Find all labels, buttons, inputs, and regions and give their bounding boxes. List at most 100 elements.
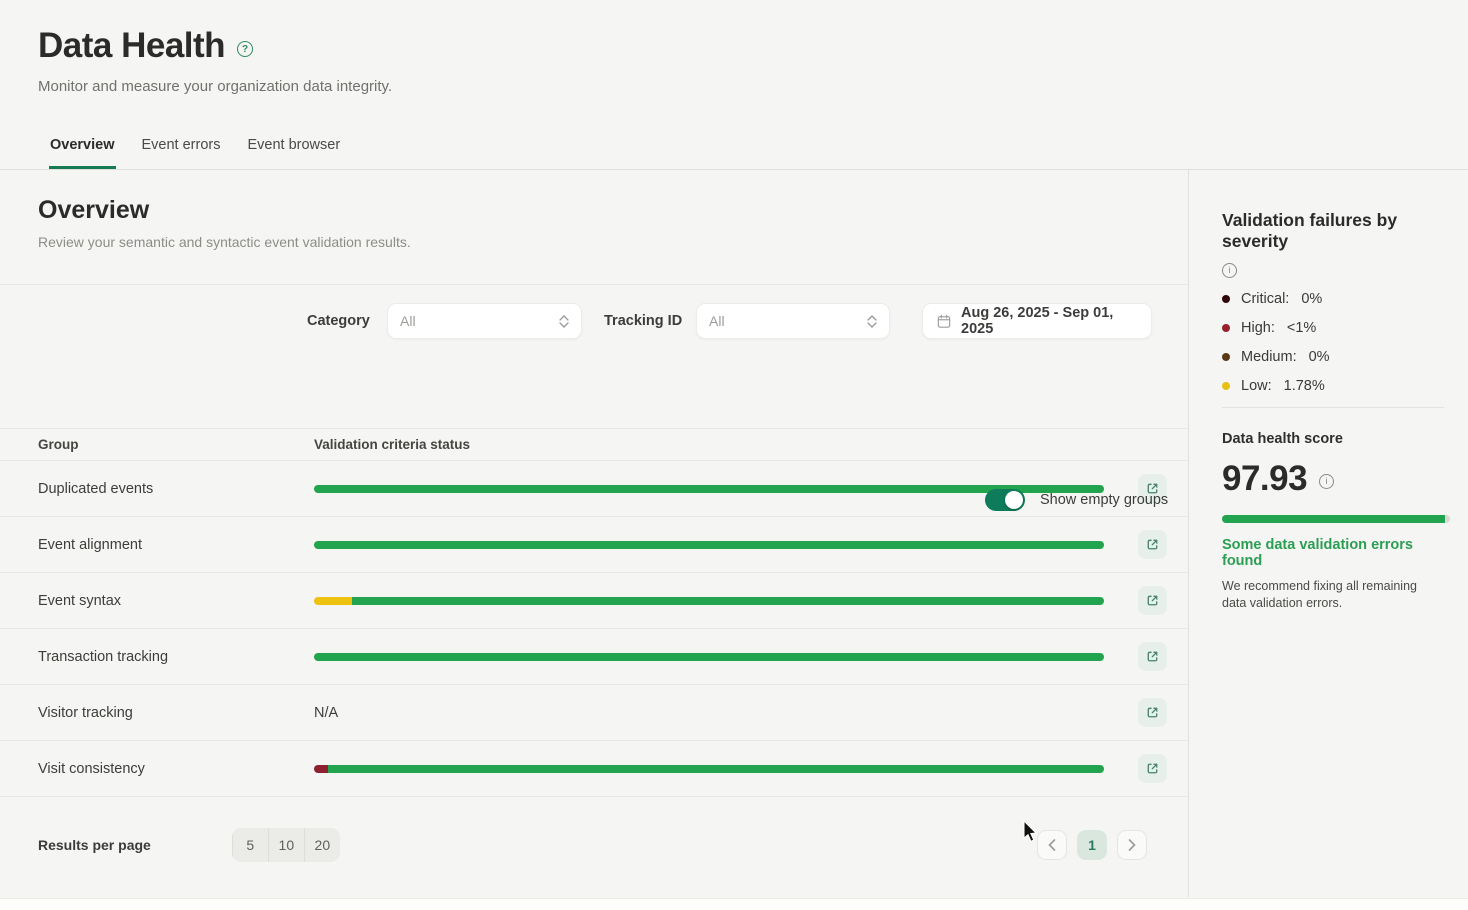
chevron-right-icon — [1128, 839, 1136, 851]
chevron-updown-icon — [867, 315, 877, 328]
score-label: Data health score — [1222, 431, 1444, 447]
show-empty-groups-toggle[interactable] — [985, 489, 1025, 511]
external-link-icon — [1145, 761, 1160, 776]
severity-value: 1.78% — [1284, 378, 1325, 394]
tab[interactable]: Overview — [49, 137, 116, 169]
severity-item: Low: 1.78% — [1222, 378, 1444, 394]
info-icon[interactable]: i — [1222, 263, 1237, 278]
group-name: Visit consistency — [0, 761, 314, 777]
toggle-knob — [1005, 491, 1023, 509]
low-severity-segment — [314, 597, 352, 605]
severity-title: Validation failures by severity — [1222, 210, 1444, 252]
bottom-strip — [0, 898, 1468, 910]
severity-dot — [1222, 353, 1230, 361]
validation-status-cell — [314, 653, 1104, 661]
tab-bar: Overview Event errors Event browser — [49, 137, 341, 169]
column-header-status: Validation criteria status — [314, 437, 1104, 452]
open-details-button[interactable] — [1138, 642, 1167, 671]
filters-section: Category All Tracking ID All Aug 26, 202… — [0, 285, 1188, 428]
validation-status-cell: N/A — [314, 705, 1104, 721]
passed-segment — [314, 653, 1104, 661]
severity-value: 0% — [1309, 349, 1330, 365]
table-footer: Results per page 5 10 20 1 — [0, 797, 1188, 893]
validation-status-bar — [314, 597, 1104, 605]
current-page-button[interactable]: 1 — [1077, 830, 1107, 860]
tab[interactable]: Event browser — [246, 137, 341, 169]
validation-status-bar — [314, 541, 1104, 549]
passed-segment — [314, 541, 1104, 549]
validation-status-cell — [314, 597, 1104, 605]
page-size-option[interactable]: 5 — [232, 828, 268, 862]
group-name: Transaction tracking — [0, 649, 314, 665]
severity-value: 0% — [1301, 291, 1322, 307]
score-bar-fill — [1222, 515, 1445, 523]
external-link-icon — [1145, 705, 1160, 720]
tab[interactable]: Event errors — [141, 137, 222, 169]
severity-item: Critical: 0% — [1222, 291, 1444, 307]
severity-dot — [1222, 324, 1230, 332]
open-details-button[interactable] — [1138, 754, 1167, 783]
score-bar — [1222, 515, 1450, 523]
category-select[interactable]: All — [387, 303, 582, 339]
page-header: Data Health ? Monitor and measure your o… — [0, 0, 1468, 170]
page-subtitle: Monitor and measure your organization da… — [0, 66, 1468, 95]
validation-status-bar — [314, 765, 1104, 773]
severity-label: Low: — [1241, 378, 1272, 394]
score-status: Some data validation errors found — [1222, 537, 1444, 569]
chevron-updown-icon — [559, 315, 569, 328]
table-row: Event alignment — [0, 517, 1188, 573]
external-link-icon — [1145, 537, 1160, 552]
validation-sidebar: Validation failures by severity i Critic… — [1189, 170, 1468, 897]
results-per-page-label: Results per page — [38, 837, 151, 853]
sidebar-divider — [1222, 407, 1444, 408]
category-label: Category — [307, 313, 370, 329]
overview-description: Review your semantic and syntactic event… — [38, 234, 1188, 250]
severity-label: High: — [1241, 320, 1275, 336]
high-severity-segment — [314, 765, 328, 773]
table-row: Visit consistency — [0, 741, 1188, 797]
tracking-id-select-value: All — [709, 313, 867, 329]
next-page-button[interactable] — [1117, 830, 1147, 860]
page-size-group: 5 10 20 — [232, 828, 340, 862]
severity-label: Medium: — [1241, 349, 1297, 365]
score-value: 97.93 — [1222, 459, 1307, 499]
main-panel: Overview Review your semantic and syntac… — [0, 170, 1189, 897]
column-header-group: Group — [0, 437, 314, 452]
validation-status-bar — [314, 653, 1104, 661]
page-size-option[interactable]: 20 — [304, 828, 340, 862]
severity-list: Critical: 0% High: <1% Medium: 0% — [1222, 291, 1444, 394]
table-header: Group Validation criteria status — [0, 428, 1188, 461]
group-name: Event syntax — [0, 593, 314, 609]
page-title: Data Health — [38, 26, 225, 66]
table-row: Visitor tracking N/A — [0, 685, 1188, 741]
page-size-option[interactable]: 10 — [268, 828, 304, 862]
open-details-button[interactable] — [1138, 530, 1167, 559]
validation-status-cell — [314, 541, 1104, 549]
score-note: We recommend fixing all remaining data v… — [1222, 578, 1432, 612]
open-details-button[interactable] — [1138, 586, 1167, 615]
external-link-icon — [1145, 593, 1160, 608]
overview-heading: Overview — [38, 196, 1188, 225]
open-details-button[interactable] — [1138, 698, 1167, 727]
help-icon[interactable]: ? — [237, 41, 253, 57]
table-row: Transaction tracking — [0, 629, 1188, 685]
date-range-value: Aug 26, 2025 - Sep 01, 2025 — [961, 305, 1137, 337]
pagination: 1 — [1037, 830, 1147, 860]
severity-label: Critical: — [1241, 291, 1289, 307]
show-empty-groups-label: Show empty groups — [1040, 492, 1168, 508]
group-name: Event alignment — [0, 537, 314, 553]
previous-page-button[interactable] — [1037, 830, 1067, 860]
tracking-id-label: Tracking ID — [604, 313, 682, 329]
validation-status-cell — [314, 765, 1104, 773]
severity-item: High: <1% — [1222, 320, 1444, 336]
severity-dot — [1222, 295, 1230, 303]
chevron-left-icon — [1048, 839, 1056, 851]
overview-section: Overview Review your semantic and syntac… — [0, 170, 1188, 285]
date-range-picker[interactable]: Aug 26, 2025 - Sep 01, 2025 — [922, 303, 1152, 339]
passed-segment — [328, 765, 1104, 773]
tracking-id-select[interactable]: All — [696, 303, 890, 339]
category-select-value: All — [400, 313, 559, 329]
info-icon[interactable]: i — [1319, 474, 1334, 489]
calendar-icon — [937, 314, 951, 329]
group-name: Visitor tracking — [0, 705, 314, 721]
